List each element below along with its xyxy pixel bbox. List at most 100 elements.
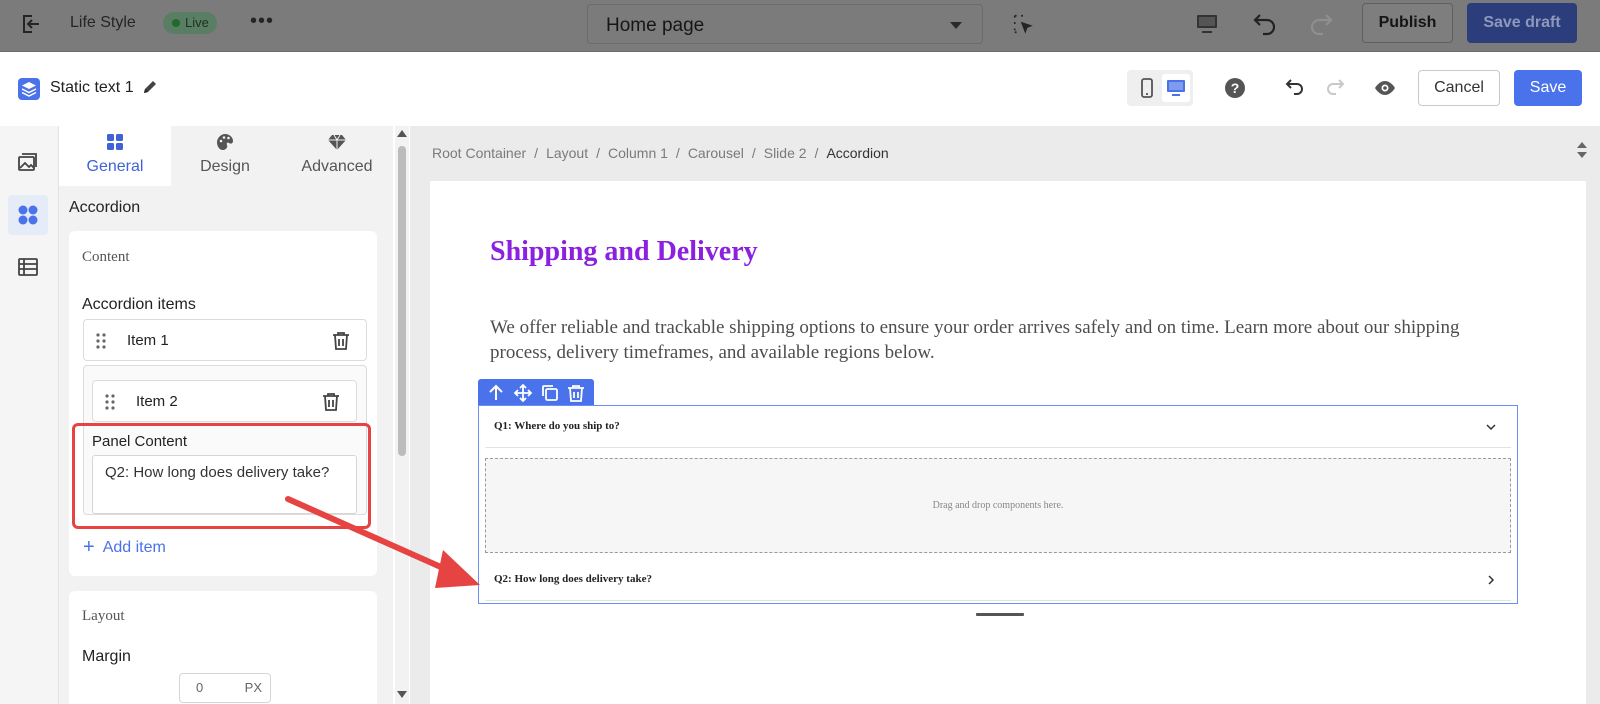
accordion-item-2[interactable]: Item 2 [92,380,357,422]
breadcrumb-item[interactable]: Carousel [688,145,744,161]
tab-label: General [86,158,144,175]
left-icon-rail [0,126,59,704]
live-badge: Live [163,12,217,34]
editor-canvas: Root Container / Layout / Column 1/Carousel /… [410,126,1600,704]
preview-eye-icon[interactable] [1373,76,1397,100]
editor-header: Static text 1 ? Cancel Save [0,52,1600,126]
rail-components[interactable] [8,195,48,235]
top-bar: Life Style Live ••• Home page Publish Sa… [0,0,1600,52]
accordion-question: Q2: How long does delivery take? [494,573,652,585]
panel-scrollbar[interactable] [395,126,409,704]
edit-pencil-icon[interactable] [141,78,159,96]
tab-design[interactable]: Design [169,126,281,186]
brush-icon [217,134,233,150]
delete-trash-icon[interactable] [322,392,340,412]
accordion-question: Q1: Where do you ship to? [494,420,620,432]
tab-advanced[interactable]: Advanced [281,126,393,186]
scroll-thumb[interactable] [398,146,406,456]
breadcrumb: Root Container / Layout / Column 1/Carousel /… [432,145,889,161]
component-name: Static text 1 [50,79,134,96]
move-up-icon[interactable] [486,383,506,403]
redo-icon[interactable] [1307,9,1335,37]
desktop-device-icon[interactable] [1194,11,1220,37]
delete-trash-icon[interactable] [332,331,350,351]
breadcrumb-item[interactable]: Slide 2 [764,145,807,161]
page-preview: Shipping and Delivery We offer reliable … [430,181,1586,704]
accordion-item-label: Item 1 [127,332,169,349]
margin-value: 0 [196,680,204,695]
add-item-button[interactable]: + Add item [83,535,166,558]
save-draft-button[interactable]: Save draft [1467,3,1577,43]
grid-icon [107,134,123,150]
help-icon[interactable]: ? [1224,77,1246,99]
caret-down-icon [950,22,962,29]
accordion-component[interactable]: Q1: Where do you ship to? Drag and drop … [478,405,1518,604]
page-selector-value: Home page [606,15,705,36]
layout-card: Layout Margin 0 PX [69,591,377,704]
page-selector[interactable]: Home page [587,4,983,44]
settings-panel: General Design Advanced Accordion Conten… [59,126,393,704]
resize-handle[interactable] [976,613,1024,616]
scroll-up-icon[interactable] [397,130,407,137]
chevron-right-icon [1488,575,1495,585]
redo-icon[interactable] [1323,75,1347,99]
tab-label: Advanced [301,158,373,175]
page-title[interactable]: Shipping and Delivery [490,236,758,268]
plus-icon: + [83,536,95,558]
intro-paragraph[interactable]: We offer reliable and trackable shipping… [490,315,1490,365]
undo-icon[interactable] [1283,75,1307,99]
tab-general[interactable]: General [59,126,171,186]
diamond-icon [328,134,346,150]
drag-handle-icon[interactable] [104,393,116,411]
layout-section-title: Layout [82,608,125,624]
svg-text:?: ? [1231,80,1240,96]
tab-label: Design [200,158,250,175]
accordion-header-q2[interactable]: Q2: How long does delivery take? [485,559,1511,601]
move-icon[interactable] [513,383,533,403]
select-element-icon[interactable] [1012,13,1034,35]
margin-label: Margin [82,648,131,665]
breadcrumb-current: Accordion [826,145,889,161]
chevron-down-icon [1486,424,1496,431]
content-card: Content Accordion items Item 1 Item 2 Pa… [69,231,377,576]
panel-content-textarea[interactable]: Q2: How long does delivery take? [92,455,357,514]
delete-trash-icon[interactable] [566,383,586,403]
component-toolbar [478,379,594,406]
margin-input[interactable]: 0 PX [179,673,271,703]
device-toggle [1127,70,1193,106]
duplicate-icon[interactable] [540,383,560,403]
panel-heading: Accordion [69,199,141,216]
accordion-header-q1[interactable]: Q1: Where do you ship to? [485,406,1511,448]
drop-zone-hint: Drag and drop components here. [932,500,1064,511]
desktop-view-icon[interactable] [1162,74,1190,102]
site-name[interactable]: Life Style [70,14,136,32]
margin-unit: PX [244,680,262,695]
components-icon [18,205,38,225]
image-gallery-icon [18,153,37,171]
panel-content-label: Panel Content [92,433,188,450]
breadcrumb-item[interactable]: Layout [546,145,588,161]
more-options-icon[interactable]: ••• [250,10,274,33]
accordion-item-1[interactable]: Item 1 [83,319,367,361]
accordion-item-label: Item 2 [136,393,178,410]
mobile-view-icon[interactable] [1133,74,1161,102]
rail-layers[interactable] [8,247,48,287]
exit-icon[interactable] [18,12,42,36]
settings-tabs: General Design Advanced [59,126,393,186]
content-section-title: Content [82,249,130,265]
scroll-down-icon[interactable] [397,691,407,698]
breadcrumb-item[interactable]: Root Container [432,145,526,161]
collapse-toggle-icon[interactable] [1576,140,1588,160]
add-item-label: Add item [102,539,166,556]
drop-zone[interactable]: Drag and drop components here. [485,458,1511,553]
list-layers-icon [18,258,38,276]
rail-media[interactable] [8,143,48,183]
accordion-items-label: Accordion items [82,296,196,313]
breadcrumb-item[interactable]: Column 1 [608,145,668,161]
publish-button[interactable]: Publish [1362,3,1453,43]
drag-handle-icon[interactable] [95,332,107,350]
save-button[interactable]: Save [1514,70,1582,106]
layers-icon [18,78,40,100]
undo-icon[interactable] [1251,9,1279,37]
cancel-button[interactable]: Cancel [1418,70,1500,106]
